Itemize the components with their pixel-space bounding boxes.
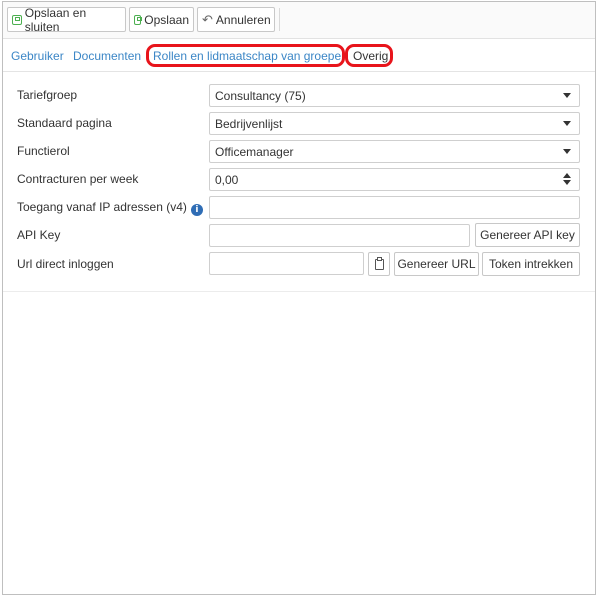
dialog-window: Opslaan en sluiten Opslaan ↶ Annuleren G… — [2, 1, 596, 595]
clipboard-icon — [374, 256, 384, 270]
stepper-icon[interactable] — [563, 173, 571, 185]
toolbar-divider — [279, 8, 280, 31]
tariefgroep-label: Tariefgroep — [17, 88, 78, 102]
form-divider — [3, 291, 595, 292]
save-icon — [134, 14, 143, 25]
contracturen-input[interactable]: 0,00 — [209, 168, 580, 191]
cancel-button[interactable]: ↶ Annuleren — [197, 7, 275, 32]
url-label: Url direct inloggen — [17, 257, 114, 271]
chevron-down-icon — [563, 121, 571, 126]
tab-bar: Gebruiker Documenten Rollen en lidmaatsc… — [3, 39, 595, 72]
copy-url-button[interactable] — [368, 252, 390, 276]
ip-input[interactable] — [209, 196, 580, 219]
tab-gebruiker[interactable]: Gebruiker — [11, 49, 64, 63]
chevron-down-icon — [563, 149, 571, 154]
save-button[interactable]: Opslaan — [129, 7, 194, 32]
toolbar: Opslaan en sluiten Opslaan ↶ Annuleren — [3, 2, 595, 39]
tariefgroep-select[interactable]: Consultancy (75) — [209, 84, 580, 107]
undo-icon: ↶ — [202, 12, 213, 27]
contracturen-label: Contracturen per week — [17, 172, 139, 186]
standaard-pagina-select[interactable]: Bedrijvenlijst — [209, 112, 580, 135]
chevron-down-icon — [563, 93, 571, 98]
info-icon[interactable]: i — [190, 204, 203, 216]
functierol-label: Functierol — [17, 144, 70, 158]
api-key-label: API Key — [17, 228, 61, 242]
tab-documenten[interactable]: Documenten — [73, 49, 141, 63]
api-key-input[interactable] — [209, 224, 470, 247]
functierol-select[interactable]: Officemanager — [209, 140, 580, 163]
tab-overig[interactable]: Overig — [353, 49, 388, 63]
generate-url-button[interactable]: Genereer URL — [394, 252, 479, 276]
revoke-token-button[interactable]: Token intrekken — [482, 252, 580, 276]
tab-rollen[interactable]: Rollen en lidmaatschap van groepen — [153, 49, 348, 63]
save-and-close-button[interactable]: Opslaan en sluiten — [7, 6, 126, 34]
url-input[interactable] — [209, 252, 364, 275]
generate-api-key-button[interactable]: Genereer API key — [475, 223, 580, 247]
standaard-pagina-label: Standaard pagina — [17, 116, 112, 130]
save-icon — [12, 14, 22, 25]
ip-label: Toegang vanaf IP adressen (v4) i — [17, 200, 203, 216]
